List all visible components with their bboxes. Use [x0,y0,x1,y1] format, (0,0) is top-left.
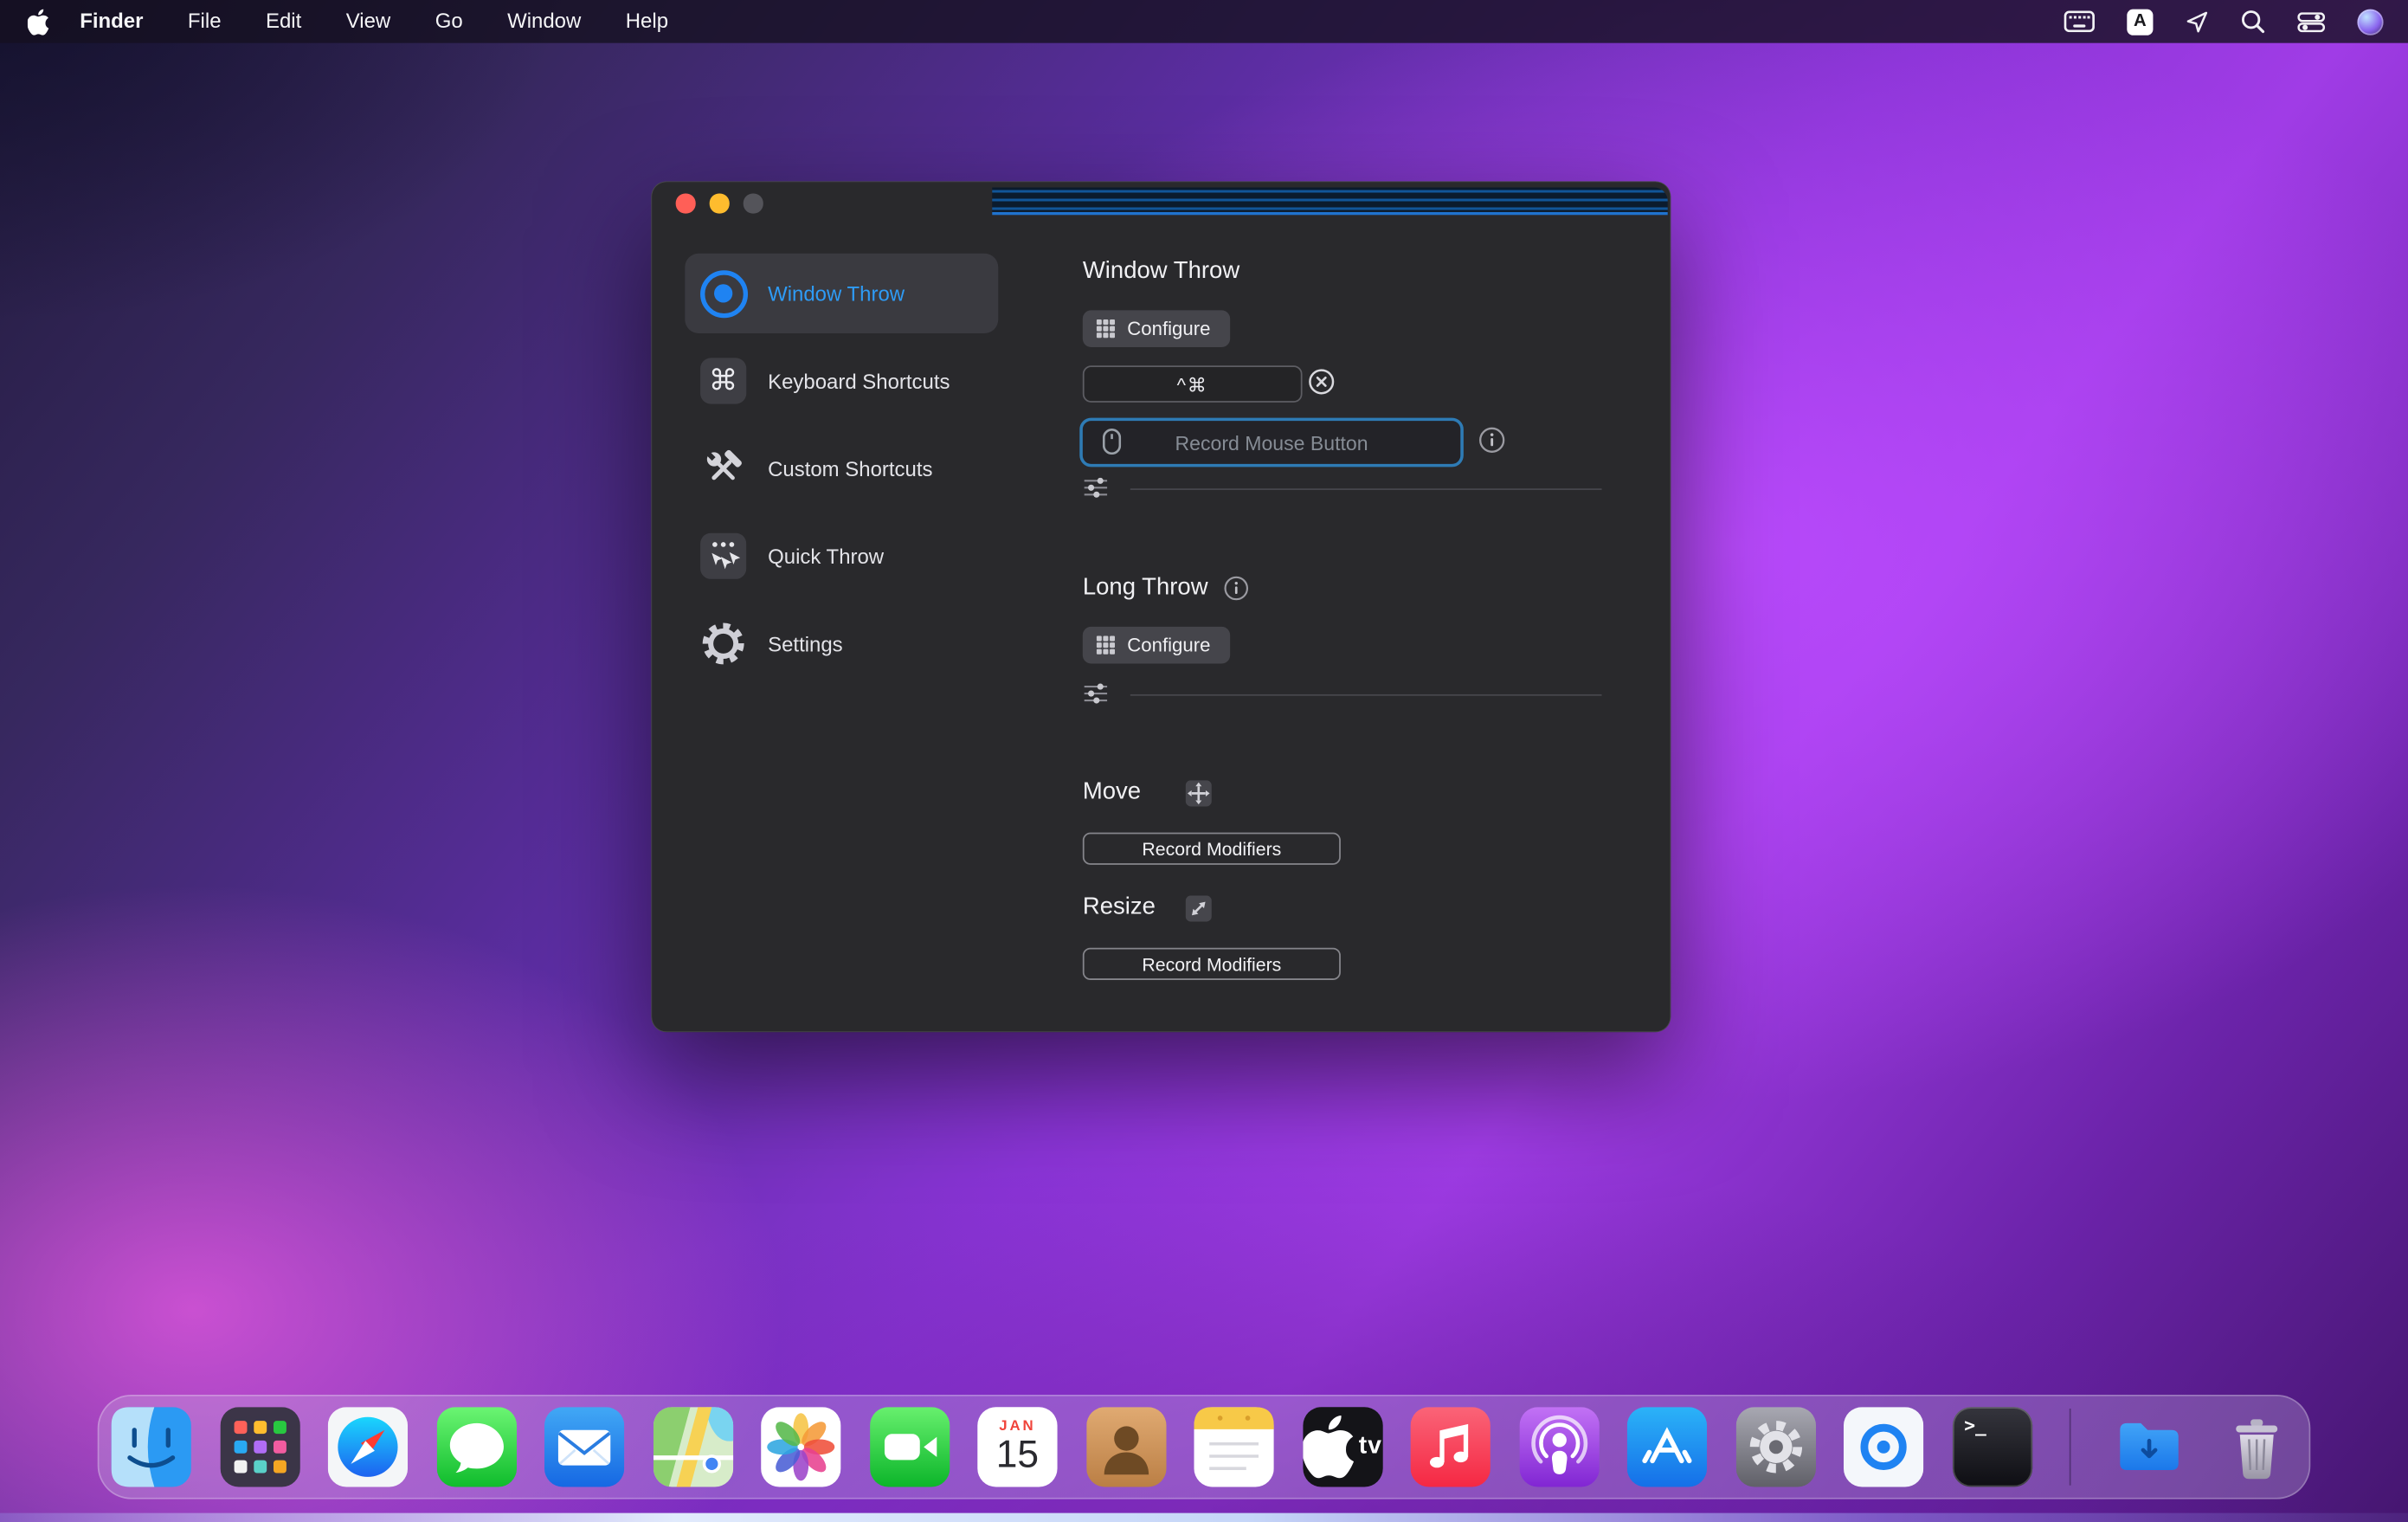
dock-item-trash[interactable] [2217,1407,2296,1487]
resize-label: Resize [1083,894,1156,922]
dock-item-hookshot[interactable] [1844,1407,1923,1487]
spotlight-search-icon[interactable] [2241,10,2265,34]
dock-item-system-preferences[interactable] [1735,1407,1815,1487]
menu-bar-status-area: A [2064,9,2384,35]
resize-icon [1186,895,1212,921]
menu-window[interactable]: Window [507,0,581,43]
keyboard-shortcut-field[interactable]: ^⌘ [1083,365,1303,403]
info-icon[interactable] [1479,427,1505,453]
long-throw-title-text: Long Throw [1083,575,1208,603]
input-source-icon[interactable]: A [2127,9,2153,35]
apple-logo-icon [1303,1407,1355,1487]
terminal-prompt: >_ [1964,1415,1986,1436]
menu-bar: Finder File Edit View Go Window Help A [0,0,2408,43]
dock-item-maps[interactable] [653,1407,732,1487]
section-divider [1130,694,1602,696]
dock-item-photos[interactable] [761,1407,840,1487]
dock-item-downloads[interactable] [2109,1407,2188,1487]
app-window: Window Throw ⌘ Keyboard Shortcuts Custom… [651,181,1671,1032]
calendar-day: 15 [996,1435,1039,1475]
circle-x-icon [1309,369,1335,395]
input-source-label: A [2134,12,2147,30]
menu-file[interactable]: File [188,0,222,43]
record-mouse-button-field[interactable]: Record Mouse Button [1079,418,1464,468]
mouse-icon [1103,429,1121,455]
section-divider [1130,488,1602,490]
control-center-icon[interactable] [2297,11,2325,31]
dock-item-messages[interactable] [436,1407,516,1487]
tv-label: tv [1359,1433,1382,1461]
dock-item-music[interactable] [1411,1407,1491,1487]
desktop: Finder File Edit View Go Window Help A [0,0,2408,1522]
dock-item-launchpad[interactable] [220,1407,299,1487]
dock-item-calendar[interactable]: JAN 15 [977,1407,1057,1487]
menu-edit[interactable]: Edit [266,0,301,43]
window-throw-configure-button[interactable]: Configure [1083,310,1231,347]
clear-shortcut-button[interactable] [1309,369,1335,395]
configure-label: Configure [1127,635,1210,656]
move-icon [1186,780,1212,806]
record-mouse-placeholder: Record Mouse Button [1083,431,1460,455]
move-label: Move [1083,779,1141,807]
siri-orb [2357,9,2383,35]
apple-logo-icon [28,9,49,35]
menu-app-name[interactable]: Finder [80,0,143,43]
calendar-month: JAN [999,1418,1035,1435]
options-sliders-icon[interactable] [1085,478,1108,498]
resize-record-modifiers-button[interactable]: Record Modifiers [1083,948,1341,980]
dock-item-finder[interactable] [112,1407,191,1487]
dock-separator [2070,1409,2071,1486]
menu-go[interactable]: Go [435,0,463,43]
keyboard-viewer-icon[interactable] [2064,10,2095,32]
siri-icon[interactable] [2357,9,2383,35]
move-record-modifiers-button[interactable]: Record Modifiers [1083,833,1341,865]
options-sliders-icon[interactable] [1085,684,1108,704]
menu-bar-left: Finder File Edit View Go Window Help [28,0,668,43]
menu-help[interactable]: Help [626,0,668,43]
dock-item-safari[interactable] [328,1407,408,1487]
location-icon[interactable] [2186,10,2209,34]
dock-item-terminal[interactable]: >_ [1952,1407,2031,1487]
grid-icon [1097,319,1115,338]
long-throw-title: Long Throw [1083,575,1248,603]
content-pane: Window Throw Configure ^⌘ Record Mouse B… [651,181,1671,1032]
wallpaper-horizon-glow [0,1513,2408,1522]
window-throw-title: Window Throw [1083,258,1239,286]
menu-view[interactable]: View [346,0,391,43]
dock-item-app-store[interactable] [1627,1407,1707,1487]
dock-item-notes[interactable] [1194,1407,1273,1487]
dock-item-mail[interactable] [544,1407,624,1487]
long-throw-configure-button[interactable]: Configure [1083,627,1231,664]
dock-item-podcasts[interactable] [1519,1407,1599,1487]
dock-item-contacts[interactable] [1085,1407,1165,1487]
dock: JAN 15 tv >_ [98,1395,2311,1499]
info-icon[interactable] [1223,576,1247,600]
shortcut-value: ^⌘ [1177,372,1208,396]
dock-item-apple-tv[interactable]: tv [1303,1407,1382,1487]
grid-icon [1097,636,1115,655]
configure-label: Configure [1127,318,1210,339]
apple-menu[interactable] [28,9,49,35]
dock-item-facetime[interactable] [869,1407,949,1487]
